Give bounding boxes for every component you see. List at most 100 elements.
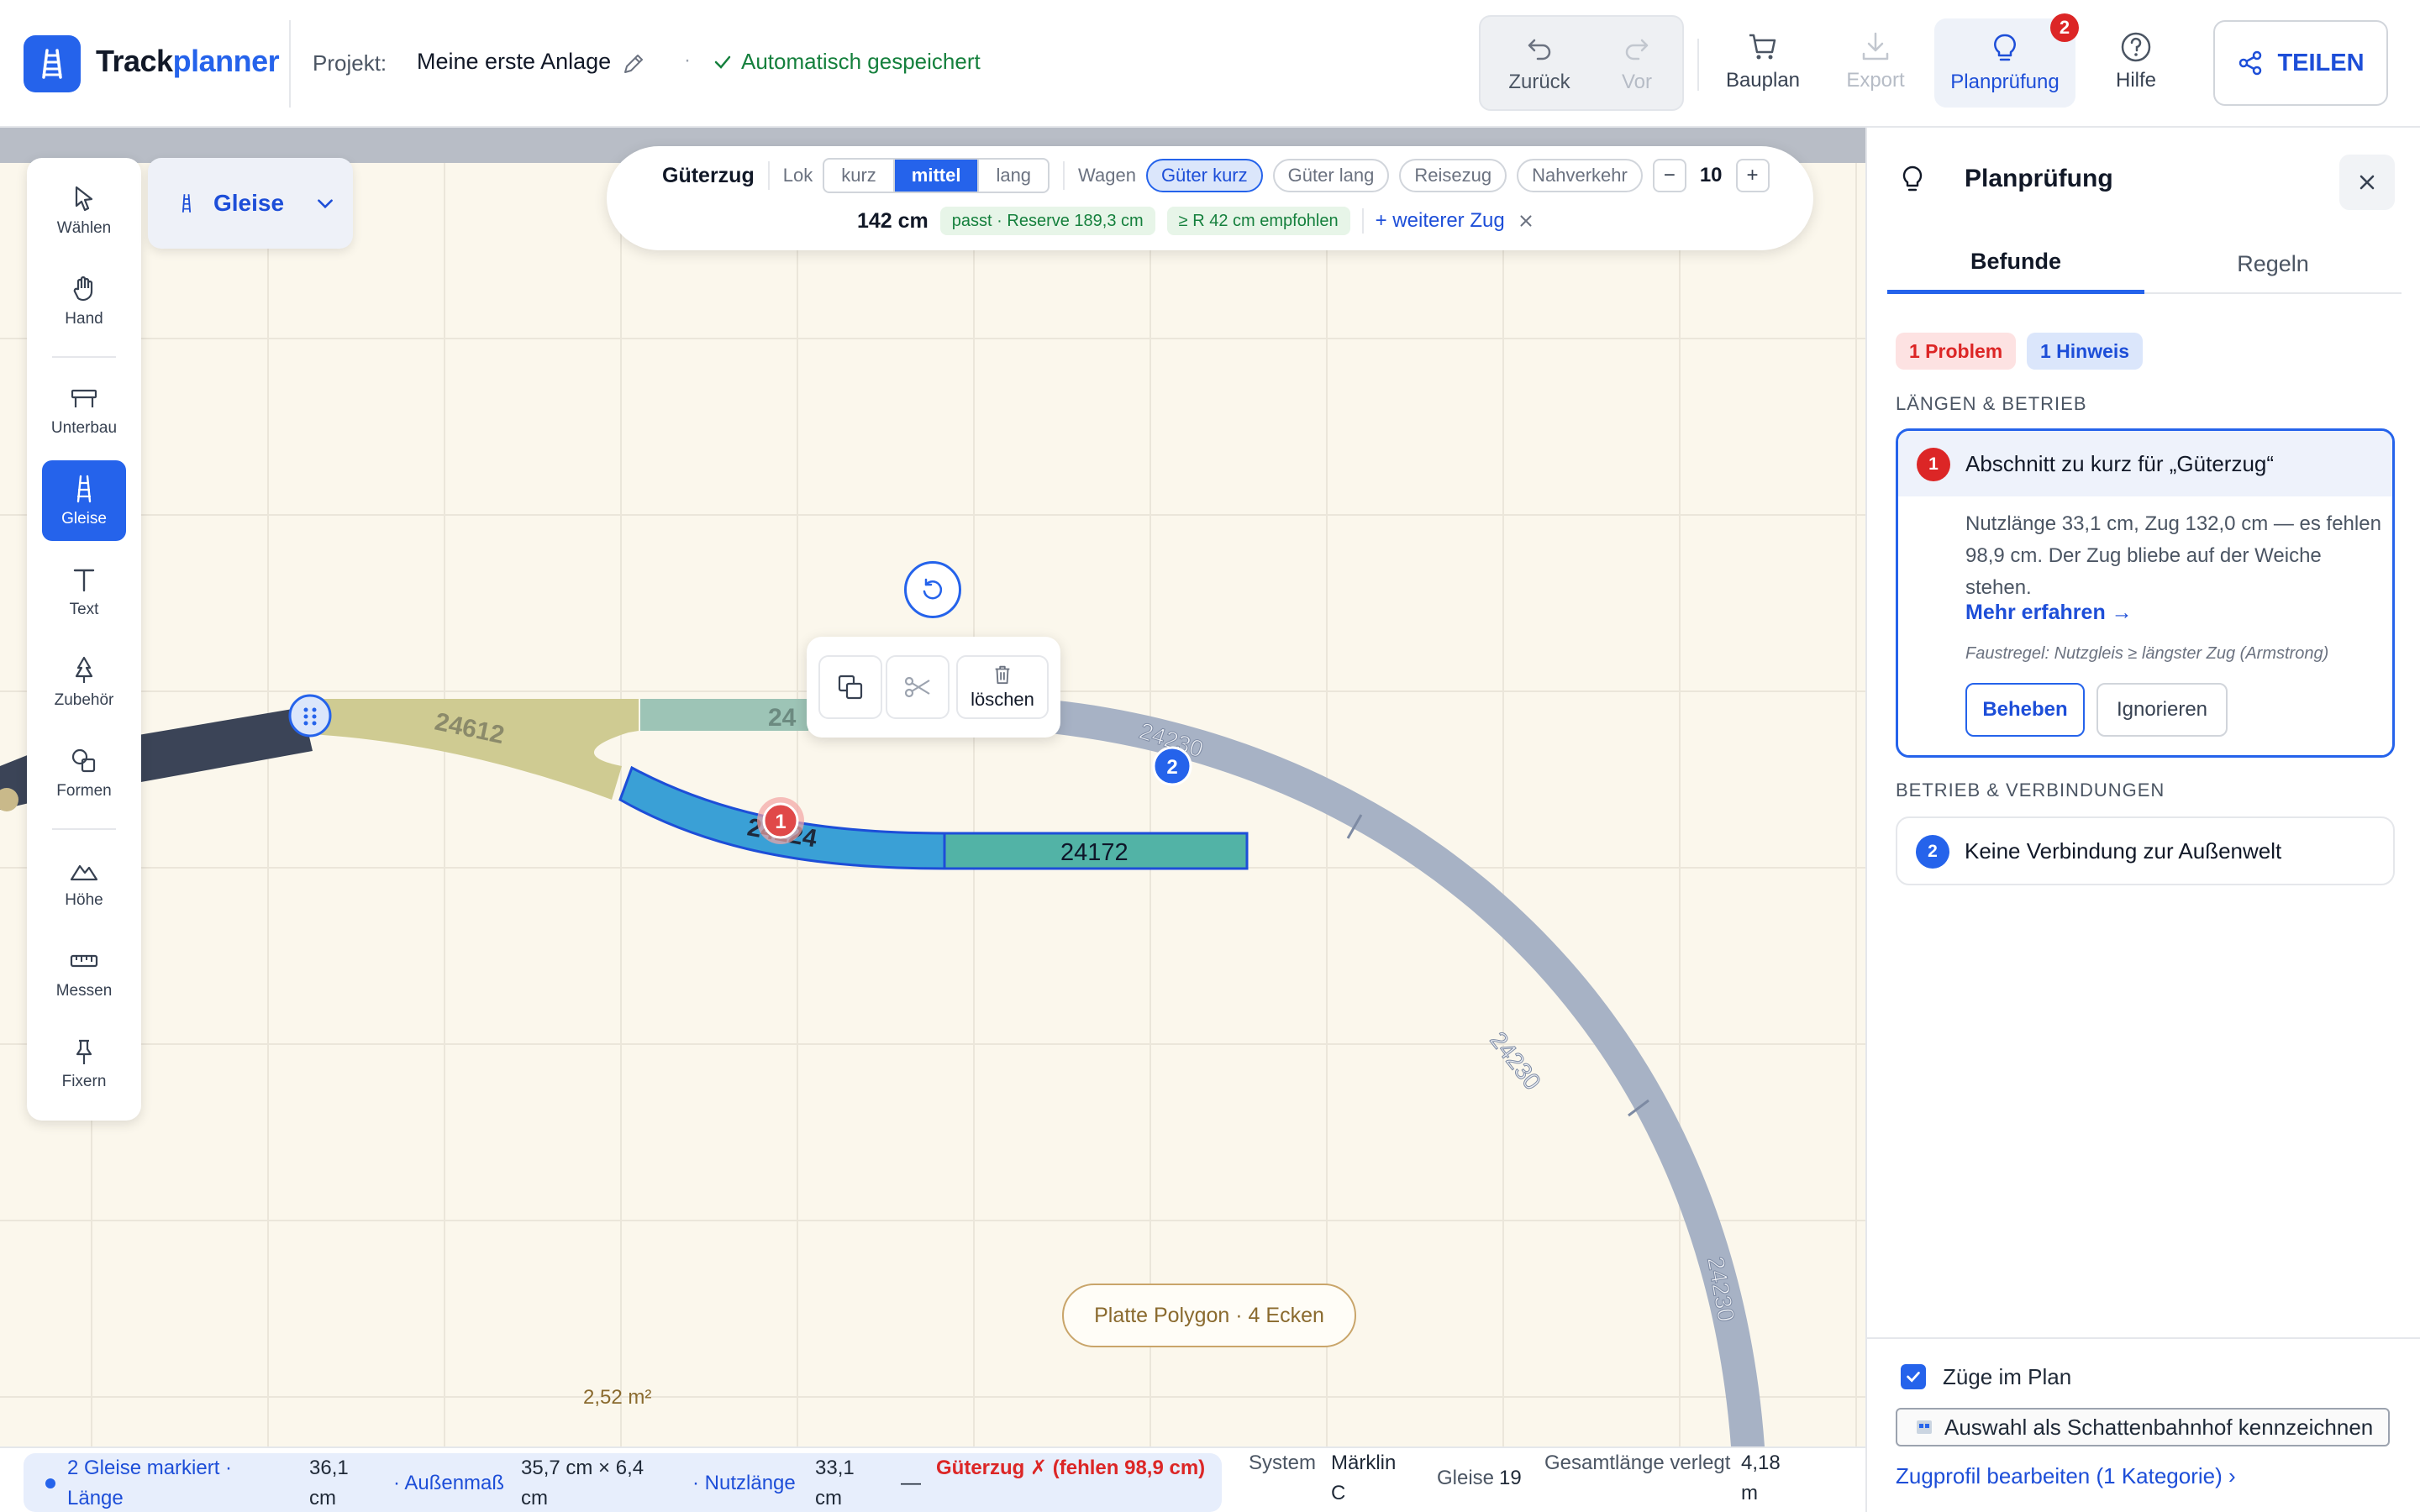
- tool-fixern[interactable]: Fixern: [42, 1023, 126, 1104]
- finding-number: 2: [1916, 835, 1949, 869]
- project-name[interactable]: Meine erste Anlage: [417, 49, 611, 75]
- delete-button[interactable]: löschen: [956, 655, 1049, 719]
- layer-dropdown[interactable]: Gleise: [148, 158, 353, 249]
- panel-title: Planprüfung: [1965, 165, 2113, 192]
- connector-handle[interactable]: [288, 694, 332, 738]
- share-icon: [2239, 50, 2262, 76]
- redo-button[interactable]: Vor: [1595, 32, 1679, 94]
- close-icon: [2360, 175, 2375, 190]
- lok-option-mittel[interactable]: mittel: [894, 160, 980, 192]
- selection-summary: 2 Gleise markiert · Länge: [67, 1457, 233, 1509]
- wagen-nahverkehr[interactable]: Nahverkehr: [1517, 159, 1643, 192]
- usable-label: · Nutzlänge: [692, 1472, 796, 1494]
- tool-zubehoer[interactable]: Zubehör: [42, 642, 126, 722]
- tool-formen[interactable]: Formen: [42, 732, 126, 813]
- platte-label[interactable]: Platte Polygon · 4 Ecken: [1062, 1284, 1356, 1347]
- close-icon[interactable]: [1517, 212, 1535, 230]
- shapes-icon: [71, 748, 96, 773]
- add-train-link[interactable]: + weiterer Zug: [1376, 209, 1505, 233]
- lok-segmented: kurz mittel lang: [823, 158, 1050, 193]
- status-bar: 2 Gleise markiert · Länge 36,1 cm · Auße…: [0, 1446, 1865, 1512]
- svg-text:2: 2: [1166, 756, 1177, 779]
- outer-value: 35,7 cm × 6,4 cm: [521, 1457, 644, 1509]
- count-increment[interactable]: +: [1735, 159, 1770, 192]
- project-label: Projekt:: [313, 50, 387, 76]
- tool-messen[interactable]: Messen: [42, 932, 126, 1013]
- wagen-gueter-kurz[interactable]: Güter kurz: [1145, 159, 1263, 192]
- wagen-count[interactable]: 10: [1697, 164, 1726, 187]
- edit-train-profile-link[interactable]: Zugprofil bearbeiten (1 Kategorie) ›: [1896, 1463, 2236, 1489]
- pencil-icon[interactable]: [620, 50, 647, 77]
- chevron-down-icon: [318, 199, 333, 209]
- finding-card-2[interactable]: 2 Keine Verbindung zur Außenwelt: [1896, 816, 2395, 885]
- gleise-value: 19: [1499, 1467, 1522, 1489]
- section-header: BETRIEB & VERBINDUNGEN: [1896, 780, 2165, 801]
- plan-canvas[interactable]: 24612 24 24224 24172 24230 24230 24230 1…: [0, 128, 1865, 1446]
- tool-palette: Wählen Hand Unterbau Gleise Text Zubehör…: [27, 158, 141, 1121]
- tab-regeln[interactable]: Regeln: [2144, 234, 2402, 294]
- undo-button[interactable]: Zurück: [1497, 32, 1581, 94]
- undo-icon: [1528, 39, 1551, 60]
- area-label: 2,52 m²: [583, 1386, 652, 1409]
- track-icon: [182, 194, 192, 213]
- brand-name: Trackplanner: [96, 44, 280, 78]
- svg-text:24230: 24230: [1702, 1255, 1739, 1324]
- problem-marker-1[interactable]: 1: [757, 797, 804, 844]
- duplicate-button[interactable]: [818, 655, 882, 719]
- radius-chip: ≥ R 42 cm empfohlen: [1166, 207, 1350, 235]
- outer-label: · Außenmaß: [393, 1472, 505, 1494]
- panel-footer: Züge im Plan Auswahl als Schattenbahnhof…: [1867, 1337, 2420, 1512]
- count-decrement[interactable]: −: [1652, 159, 1686, 192]
- cursor-icon: [75, 186, 93, 212]
- lightbulb-icon: [1902, 165, 1923, 192]
- mountain-icon: [70, 864, 98, 881]
- undo-redo-group: Zurück Vor: [1479, 15, 1684, 111]
- text-icon: [73, 569, 95, 592]
- panel-tabs: Befunde Regeln: [1887, 234, 2402, 294]
- download-icon: [1862, 32, 1889, 60]
- bauplan-button[interactable]: Bauplan: [1721, 30, 1805, 92]
- trains-in-plan-checkbox[interactable]: [1901, 1364, 1926, 1389]
- help-button[interactable]: Hilfe: [2094, 30, 2178, 92]
- track-24612[interactable]: [311, 699, 639, 800]
- fix-button[interactable]: Beheben: [1965, 683, 2085, 737]
- lok-option-kurz[interactable]: kurz: [824, 160, 895, 192]
- duplicate-icon: [838, 675, 863, 700]
- share-button[interactable]: TEILEN: [2213, 20, 2388, 106]
- export-button[interactable]: Export: [1833, 30, 1918, 92]
- rule-of-thumb: Faustregel: Nutzgleis ≥ längster Zug (Ar…: [1965, 644, 2329, 663]
- dash: —: [901, 1472, 921, 1494]
- finding-title: Keine Verbindung zur Außenwelt: [1965, 838, 2282, 864]
- tool-gleise[interactable]: Gleise: [42, 460, 126, 541]
- problem-count-badge: 1 Problem: [1896, 333, 2017, 370]
- cut-button[interactable]: [886, 655, 950, 719]
- tool-unterbau[interactable]: Unterbau: [42, 370, 126, 450]
- tool-text[interactable]: Text: [42, 551, 126, 632]
- tool-hand[interactable]: Hand: [42, 260, 126, 341]
- fit-chip: passt · Reserve 189,3 cm: [939, 207, 1155, 235]
- track-label: 24: [768, 704, 797, 732]
- svg-text:24: 24: [768, 704, 797, 732]
- tool-hoehe[interactable]: Höhe: [42, 842, 126, 922]
- tool-waehlen[interactable]: Wählen: [42, 170, 126, 250]
- tree-icon: [75, 656, 93, 683]
- finding-card-1[interactable]: 1 Abschnitt zu kurz für „Güterzug“ Nutzl…: [1896, 428, 2395, 758]
- track-label: 24172: [1060, 839, 1128, 866]
- wagen-reisezug[interactable]: Reisezug: [1399, 159, 1507, 192]
- lok-option-lang[interactable]: lang: [979, 160, 1048, 192]
- learn-more-link[interactable]: Mehr erfahren →: [1965, 601, 2133, 625]
- hint-count-badge: 1 Hinweis: [2027, 333, 2144, 370]
- shadow-station-button[interactable]: Auswahl als Schattenbahnhof kennzeichnen: [1896, 1408, 2390, 1446]
- selection-context-toolbar: löschen: [807, 637, 1060, 738]
- tab-befunde[interactable]: Befunde: [1887, 234, 2144, 294]
- close-panel-button[interactable]: [2339, 155, 2395, 210]
- redo-icon: [1625, 39, 1649, 60]
- ignore-button[interactable]: Ignorieren: [2096, 683, 2228, 737]
- rotate-icon: [923, 578, 943, 600]
- hint-marker-2[interactable]: 2: [1152, 746, 1192, 786]
- rotate-button[interactable]: [904, 561, 961, 618]
- header-divider: [289, 20, 291, 108]
- section-header: LÄNGEN & BETRIEB: [1896, 393, 2087, 414]
- wagen-gueter-lang[interactable]: Güter lang: [1272, 159, 1390, 192]
- usable-value: 33,1 cm: [815, 1457, 855, 1509]
